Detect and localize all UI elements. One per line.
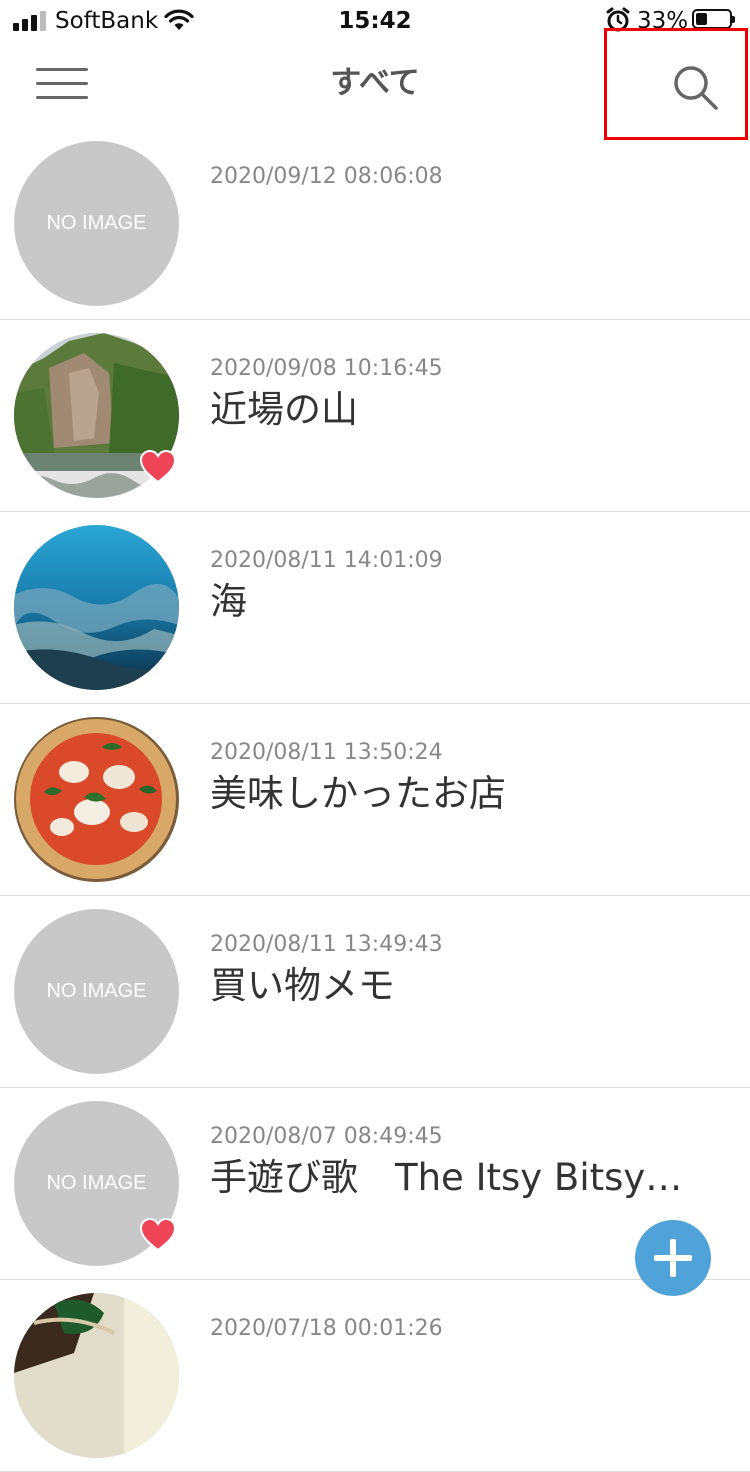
list-item[interactable]: NO IMAGE 2020/09/12 08:06:08 <box>0 128 750 320</box>
search-button[interactable] <box>604 28 748 140</box>
memo-date: 2020/08/11 13:49:43 <box>210 932 443 957</box>
memo-title: 手遊び歌 The Itsy Bitsy… <box>210 1156 683 1199</box>
list-item[interactable]: 2020/09/08 10:16:45 近場の山 <box>0 320 750 512</box>
memo-date: 2020/09/12 08:06:08 <box>210 164 443 189</box>
memo-date: 2020/08/11 13:50:24 <box>210 740 443 765</box>
thumbnail-placeholder: NO IMAGE <box>14 141 179 306</box>
memo-title: 買い物メモ <box>210 964 395 1007</box>
memo-date: 2020/08/07 08:49:45 <box>210 1124 443 1149</box>
thumbnail-pizza-photo <box>14 717 179 882</box>
memo-title: 美味しかったお店 <box>210 772 506 815</box>
list-item[interactable]: NO IMAGE 2020/08/11 13:49:43 買い物メモ <box>0 896 750 1088</box>
memo-date: 2020/09/08 10:16:45 <box>210 356 443 381</box>
list-item[interactable]: 2020/08/11 13:50:24 美味しかったお店 <box>0 704 750 896</box>
memo-title: 海 <box>210 580 247 623</box>
thumbnail-guitar-photo <box>14 1293 179 1458</box>
thumbnail-placeholder: NO IMAGE <box>14 909 179 1074</box>
search-icon <box>674 66 718 110</box>
no-image-label: NO IMAGE <box>46 212 147 234</box>
memo-date: 2020/08/11 14:01:09 <box>210 548 443 573</box>
list-item[interactable]: 2020/08/11 14:01:09 海 <box>0 512 750 704</box>
memo-date: 2020/07/18 00:01:26 <box>210 1316 443 1341</box>
memo-title: 近場の山 <box>210 388 358 431</box>
favorite-heart-icon <box>140 1218 176 1252</box>
list-item[interactable]: 2020/07/18 00:01:26 <box>0 1280 750 1472</box>
no-image-label: NO IMAGE <box>46 980 147 1002</box>
favorite-heart-icon <box>140 450 176 484</box>
nav-bar: すべて <box>0 28 750 140</box>
add-memo-button[interactable] <box>635 1220 711 1296</box>
thumbnail-sea-photo <box>14 525 179 690</box>
battery-level <box>696 13 707 25</box>
battery-icon <box>692 9 735 29</box>
